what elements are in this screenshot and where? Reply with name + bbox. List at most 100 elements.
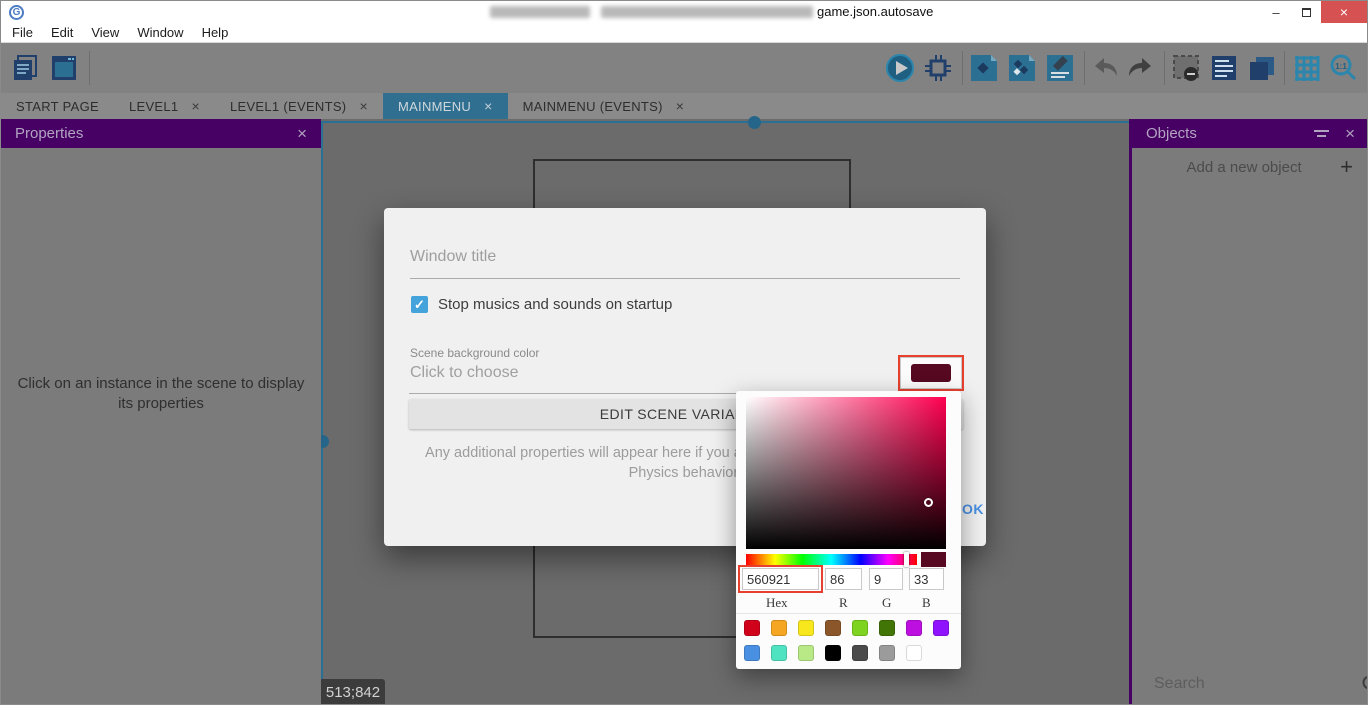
preset-color-swatch[interactable] — [852, 645, 868, 661]
ok-button[interactable]: OK — [962, 501, 984, 517]
search-input[interactable] — [1154, 675, 1361, 693]
preset-color-swatch[interactable] — [744, 620, 760, 636]
scene-background-color-label: Scene background color — [410, 346, 539, 360]
zoom-original-icon[interactable]: 1:1 — [1328, 53, 1358, 83]
objects-search-row — [1132, 661, 1368, 705]
project-manager-icon[interactable] — [49, 53, 79, 83]
zoom-ratio-label: 1:1 — [1335, 62, 1347, 71]
hue-slider-handle[interactable] — [904, 552, 909, 567]
preset-color-swatch[interactable] — [879, 645, 895, 661]
close-tab-icon[interactable]: × — [359, 98, 367, 114]
minimize-button[interactable]: – — [1261, 1, 1291, 23]
saturation-value-area[interactable] — [746, 397, 946, 549]
preset-colors-row — [744, 620, 949, 636]
search-icon[interactable] — [1361, 674, 1368, 694]
preset-color-swatch[interactable] — [933, 620, 949, 636]
close-tab-icon[interactable]: × — [676, 98, 684, 114]
restore-icon — [1302, 8, 1311, 17]
toolbar: 1:1 — [1, 43, 1367, 93]
layers-list-icon[interactable] — [1209, 53, 1239, 83]
objects-panel-header: Objects × — [1132, 119, 1368, 148]
filter-icon[interactable] — [1314, 127, 1329, 140]
redo-icon[interactable] — [1125, 53, 1155, 83]
r-label: R — [839, 595, 848, 611]
background-color-field[interactable] — [410, 364, 830, 382]
g-label: G — [882, 595, 891, 611]
edit-scene-properties-icon[interactable] — [1045, 53, 1075, 83]
export-scene-icon[interactable] — [969, 53, 999, 83]
preset-color-swatch[interactable] — [879, 620, 895, 636]
color-swatch-button[interactable] — [900, 357, 962, 389]
instances-list-icon[interactable] — [1247, 53, 1277, 83]
properties-panel-header: Properties × — [1, 119, 321, 148]
menu-window[interactable]: Window — [128, 25, 192, 40]
close-button[interactable]: × — [1321, 1, 1367, 23]
tab-level1-events[interactable]: LEVEL1 (EVENTS)× — [215, 93, 383, 119]
blue-input[interactable] — [909, 568, 944, 590]
preset-color-swatch[interactable] — [771, 620, 787, 636]
preset-color-swatch[interactable] — [744, 645, 760, 661]
gdevelop-window: G game.json.autosave – × File Edit View … — [0, 0, 1368, 705]
field-underline — [410, 278, 960, 279]
plus-icon: + — [1340, 154, 1353, 180]
red-input[interactable] — [825, 568, 862, 590]
play-preview-icon[interactable] — [885, 53, 915, 83]
stop-musics-checkbox[interactable]: ✓ — [411, 296, 428, 313]
preset-color-swatch[interactable] — [852, 620, 868, 636]
tab-start-page[interactable]: START PAGE — [1, 93, 114, 119]
cursor-coordinates-badge: 513;842 — [321, 679, 385, 705]
tab-mainmenu[interactable]: MAINMENU× — [383, 93, 508, 119]
stop-musics-label: Stop musics and sounds on startup — [438, 296, 672, 313]
menu-bar: File Edit View Window Help — [1, 23, 1367, 43]
render-mask-icon[interactable] — [1171, 53, 1201, 83]
preset-color-swatch[interactable] — [906, 645, 922, 661]
objects-panel-title: Objects — [1146, 125, 1197, 142]
add-object-button[interactable]: Add a new object + — [1132, 148, 1368, 186]
menu-help[interactable]: Help — [193, 25, 238, 40]
properties-panel: Properties × Click on an instance in the… — [1, 119, 321, 705]
close-panel-icon[interactable]: × — [297, 124, 307, 144]
color-picker-popup: Hex R G B — [736, 391, 961, 669]
hex-input[interactable] — [742, 568, 819, 590]
preset-color-swatch[interactable] — [798, 645, 814, 661]
green-input[interactable] — [869, 568, 903, 590]
preset-color-swatch[interactable] — [825, 620, 841, 636]
redacted-path-segment — [490, 6, 590, 18]
selection-border-top — [321, 121, 1129, 123]
hex-label: Hex — [766, 595, 788, 611]
window-title-field[interactable] — [410, 248, 950, 266]
preset-color-swatch[interactable] — [771, 645, 787, 661]
close-tab-icon[interactable]: × — [484, 98, 492, 114]
menu-edit[interactable]: Edit — [42, 25, 82, 40]
undo-icon[interactable] — [1091, 53, 1121, 83]
current-color-preview — [921, 552, 946, 567]
saturation-marker[interactable] — [924, 498, 933, 507]
divider — [736, 613, 961, 614]
selection-handle[interactable] — [748, 116, 761, 129]
grid-icon[interactable] — [1292, 53, 1322, 83]
properties-empty-message: Click on an instance in the scene to dis… — [1, 374, 321, 414]
tab-mainmenu-events[interactable]: MAINMENU (EVENTS)× — [508, 93, 700, 119]
menu-view[interactable]: View — [82, 25, 128, 40]
scene-background-color-swatch[interactable] — [911, 364, 951, 382]
annotation-box-color-swatch — [898, 355, 964, 391]
close-tab-icon[interactable]: × — [191, 98, 199, 114]
window-title: game.json.autosave — [817, 4, 933, 19]
close-panel-icon[interactable]: × — [1345, 124, 1355, 144]
annotation-box-hex-input — [738, 565, 823, 593]
tab-level1[interactable]: LEVEL1× — [114, 93, 215, 119]
debug-icon[interactable] — [923, 53, 953, 83]
preset-colors-row — [744, 645, 922, 661]
properties-panel-title: Properties — [15, 125, 83, 142]
hue-slider[interactable] — [746, 554, 917, 565]
preset-color-swatch[interactable] — [906, 620, 922, 636]
preset-color-swatch[interactable] — [798, 620, 814, 636]
selection-border-left — [321, 121, 323, 705]
restore-button[interactable] — [1291, 1, 1321, 23]
start-page-icon[interactable] — [11, 53, 41, 83]
menu-file[interactable]: File — [3, 25, 42, 40]
gdevelop-logo-icon: G — [9, 5, 24, 20]
add-object-label: Add a new object — [1148, 159, 1340, 176]
preset-color-swatch[interactable] — [825, 645, 841, 661]
export-all-scenes-icon[interactable] — [1007, 53, 1037, 83]
